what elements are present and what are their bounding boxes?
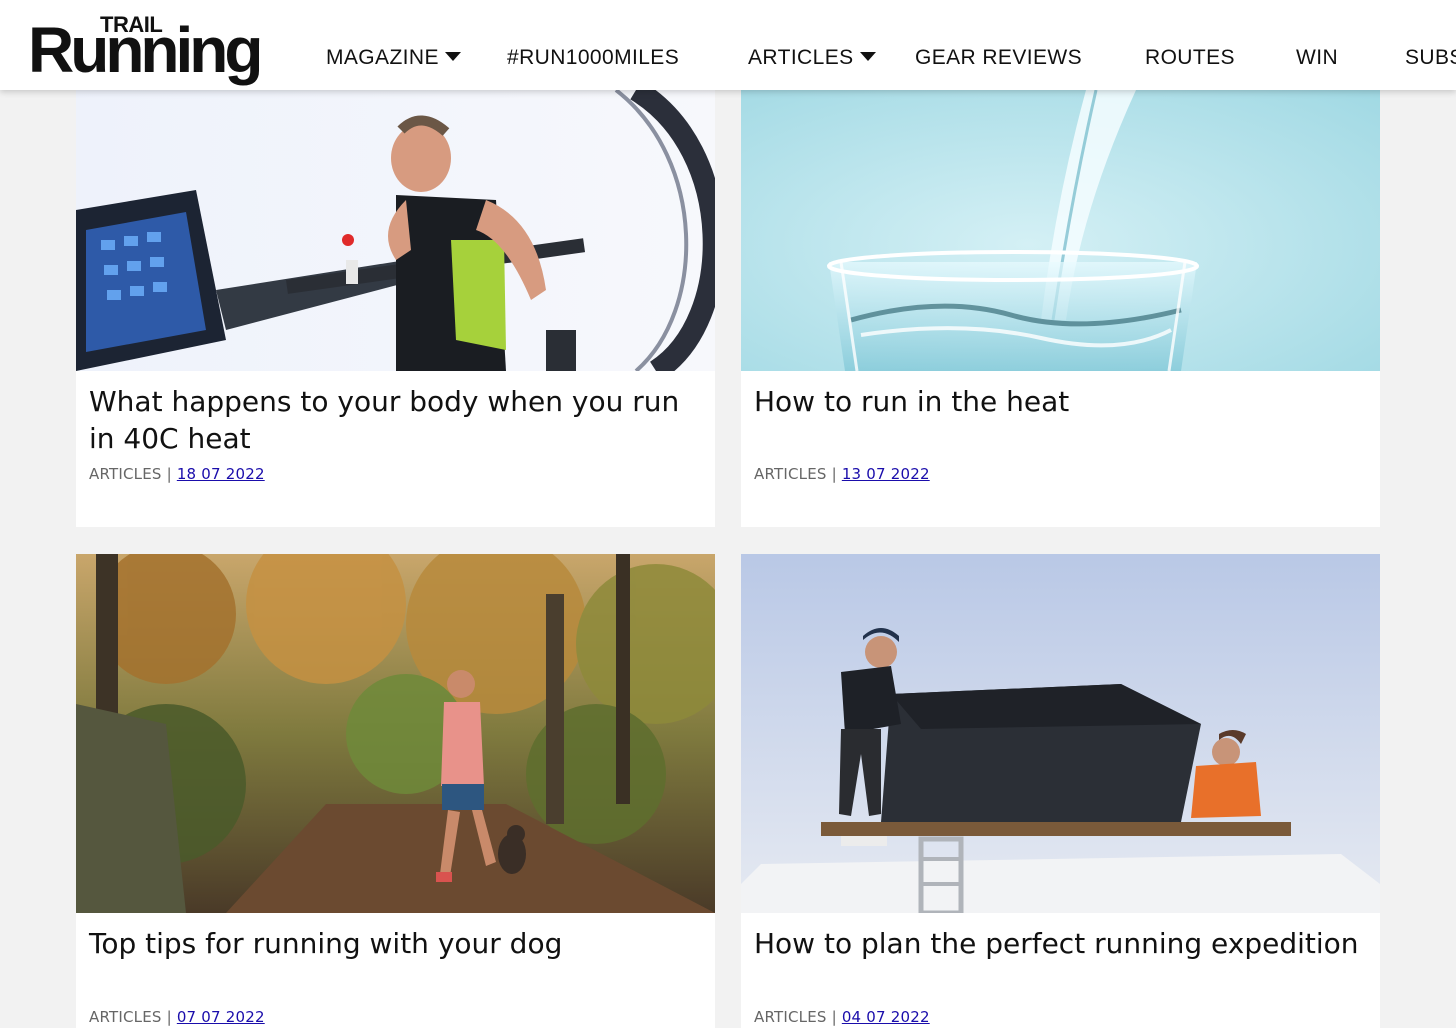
article-meta: ARTICLES | 13 07 2022 bbox=[754, 465, 930, 483]
article-category: ARTICLES bbox=[89, 1008, 162, 1026]
logo-running-text: Running bbox=[28, 14, 263, 86]
nav-item-routes[interactable]: ROUTES bbox=[1145, 45, 1235, 71]
article-card[interactable]: How to run in the heat ARTICLES | 13 07 … bbox=[741, 90, 1380, 527]
article-title[interactable]: How to run in the heat bbox=[741, 371, 1380, 420]
nav-item-label: ROUTES bbox=[1145, 46, 1235, 69]
nav-item-label: ARTICLES bbox=[748, 46, 854, 69]
nav-item-run1000miles[interactable]: #RUN1000MILES bbox=[507, 45, 679, 71]
nav-item-label: WIN bbox=[1296, 46, 1339, 69]
article-category: ARTICLES bbox=[89, 465, 162, 483]
meta-separator: | bbox=[831, 1008, 837, 1026]
nav-item-label: MAGAZINE bbox=[326, 46, 439, 69]
article-category: ARTICLES bbox=[754, 465, 827, 483]
article-title[interactable]: How to plan the perfect running expediti… bbox=[741, 913, 1380, 962]
page: TRAIL Running MAGAZINE #RUN1000MILES ART… bbox=[0, 0, 1456, 1028]
nav-item-label: SUBS bbox=[1405, 46, 1456, 69]
water-glass-image[interactable] bbox=[741, 90, 1380, 371]
article-date-link[interactable]: 04 07 2022 bbox=[842, 1008, 930, 1026]
nav-item-label: #RUN1000MILES bbox=[507, 46, 680, 69]
article-meta: ARTICLES | 04 07 2022 bbox=[754, 1008, 930, 1026]
article-card[interactable]: What happens to your body when you run i… bbox=[76, 90, 715, 527]
nav-item-gear-reviews[interactable]: GEAR REVIEWS bbox=[915, 45, 1082, 71]
meta-separator: | bbox=[831, 465, 837, 483]
nav-item-articles[interactable]: ARTICLES bbox=[748, 45, 876, 71]
article-meta: ARTICLES | 07 07 2022 bbox=[89, 1008, 265, 1026]
caret-down-icon bbox=[444, 52, 461, 61]
article-meta: ARTICLES | 18 07 2022 bbox=[89, 465, 265, 483]
site-header: TRAIL Running MAGAZINE #RUN1000MILES ART… bbox=[0, 0, 1456, 90]
nav-item-label: GEAR REVIEWS bbox=[915, 46, 1082, 69]
article-date-link[interactable]: 18 07 2022 bbox=[177, 465, 265, 483]
article-title[interactable]: Top tips for running with your dog bbox=[76, 913, 715, 962]
article-date-link[interactable]: 13 07 2022 bbox=[842, 465, 930, 483]
meta-separator: | bbox=[166, 465, 172, 483]
nav-item-magazine[interactable]: MAGAZINE bbox=[326, 45, 461, 71]
article-card[interactable]: How to plan the perfect running expediti… bbox=[741, 554, 1380, 1028]
caret-down-icon bbox=[859, 52, 876, 61]
article-card[interactable]: Top tips for running with your dog ARTIC… bbox=[76, 554, 715, 1028]
article-title[interactable]: What happens to your body when you run i… bbox=[76, 371, 715, 457]
meta-separator: | bbox=[166, 1008, 172, 1026]
article-category: ARTICLES bbox=[754, 1008, 827, 1026]
nav-item-win[interactable]: WIN bbox=[1296, 45, 1338, 71]
nav-item-subscribe[interactable]: SUBS bbox=[1405, 45, 1456, 71]
roof-tent-van-image[interactable] bbox=[741, 554, 1380, 913]
treadmill-runner-image[interactable] bbox=[76, 90, 715, 371]
article-date-link[interactable]: 07 07 2022 bbox=[177, 1008, 265, 1026]
site-logo[interactable]: TRAIL Running bbox=[28, 12, 268, 84]
trail-runner-dog-image[interactable] bbox=[76, 554, 715, 913]
